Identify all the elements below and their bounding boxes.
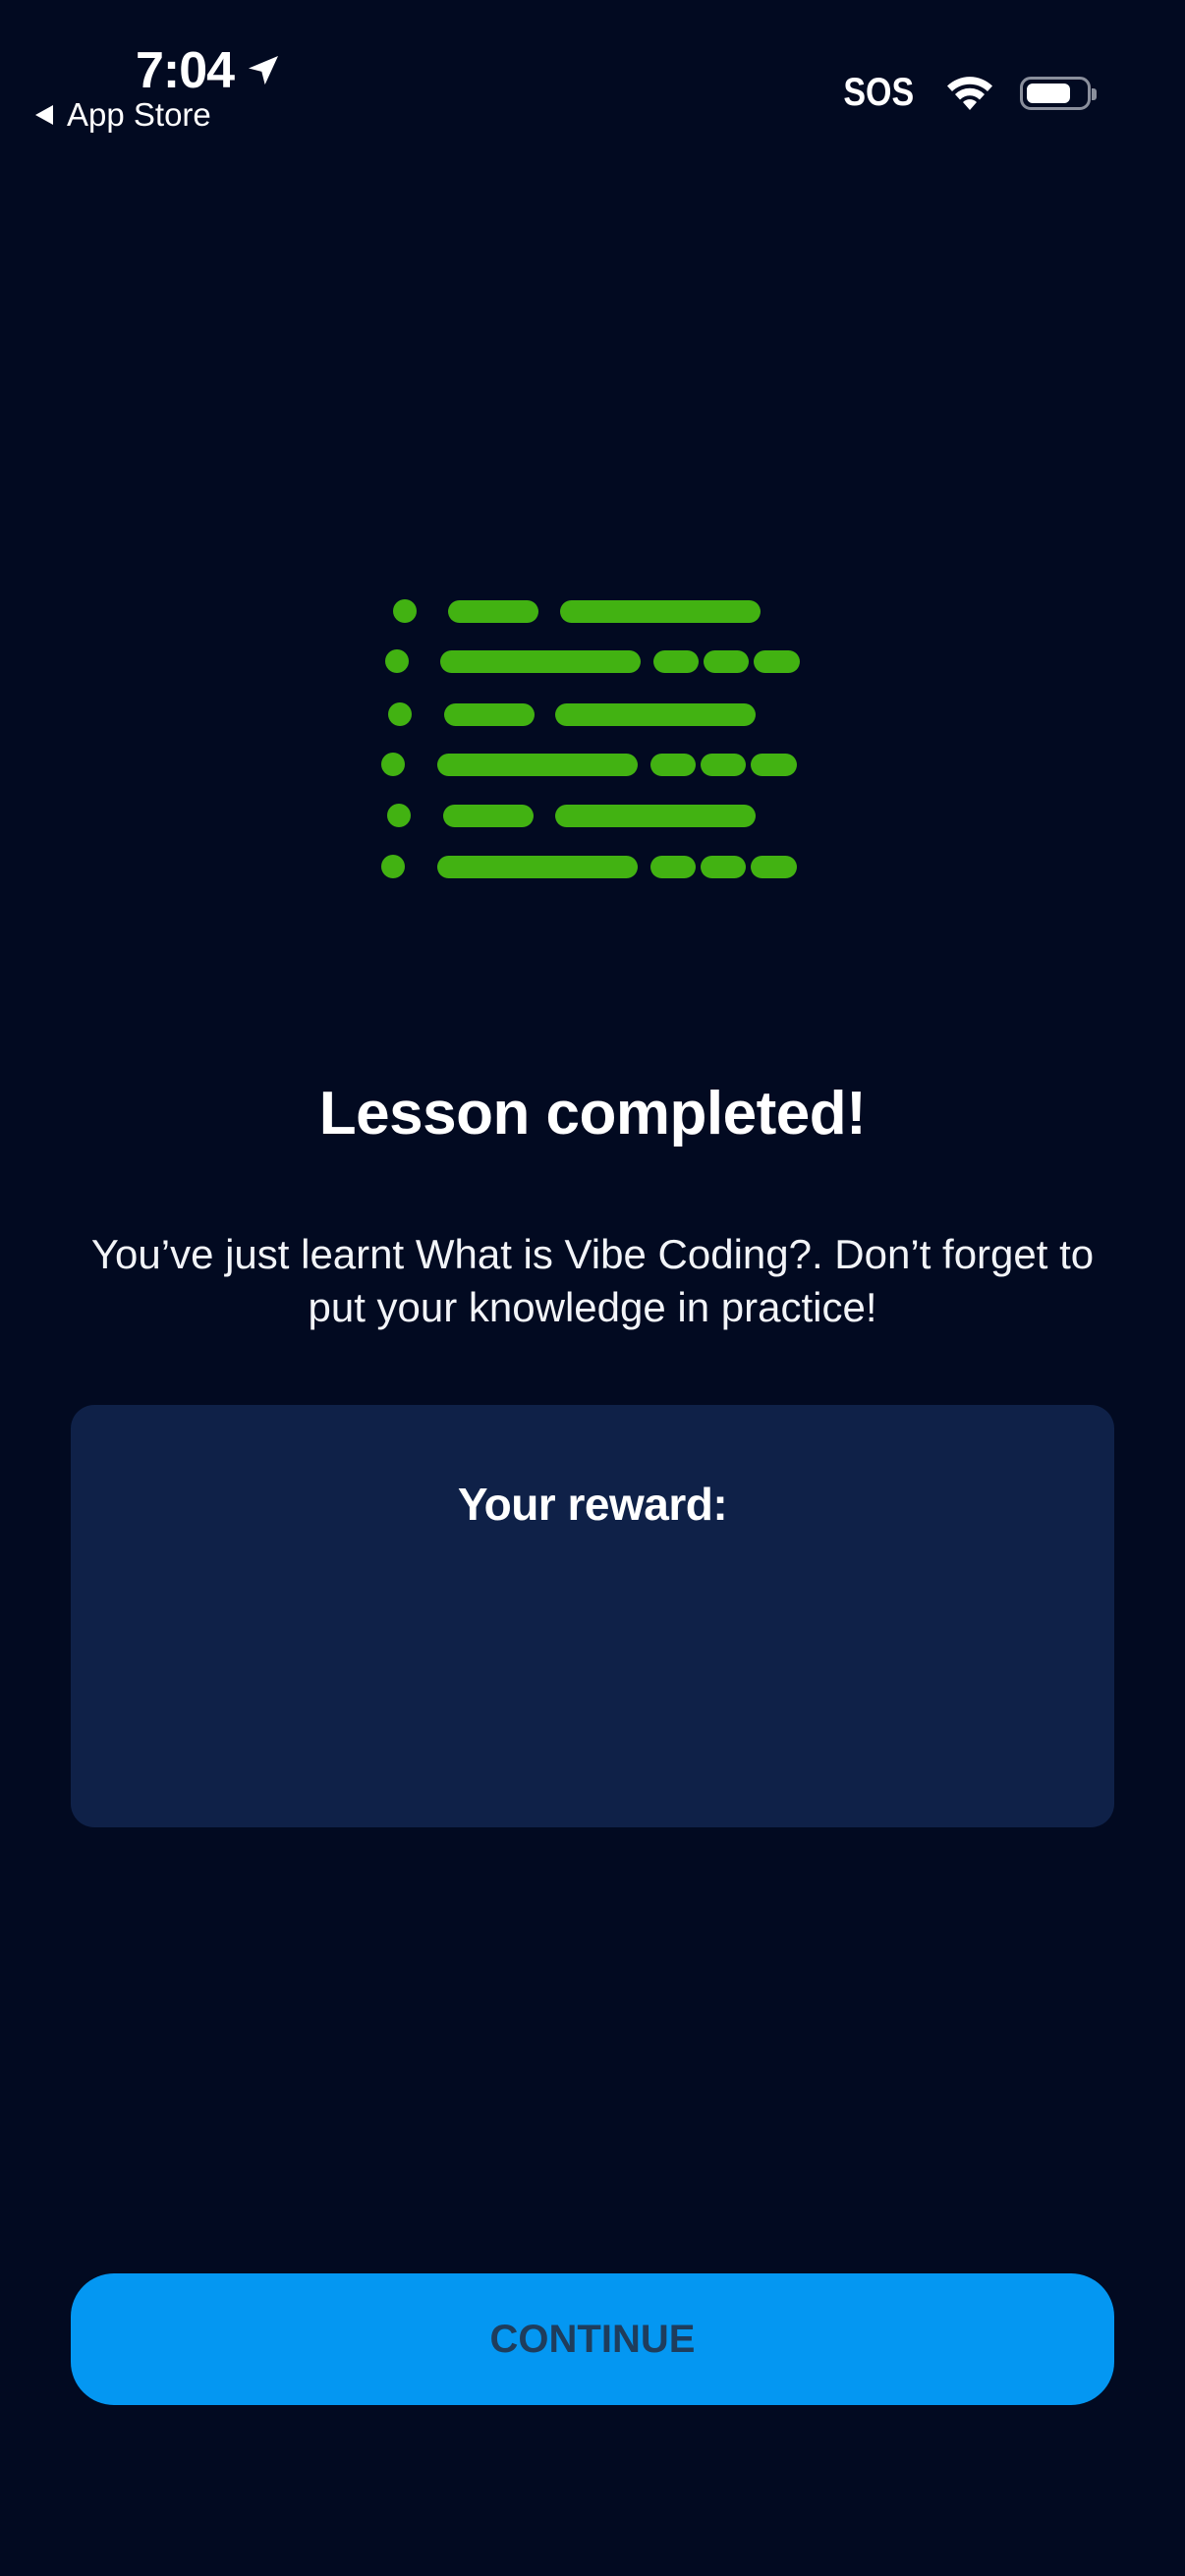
back-triangle-icon xyxy=(35,105,53,125)
back-to-app-store[interactable]: App Store xyxy=(35,96,211,134)
code-lines-icon xyxy=(381,599,800,878)
status-time-label: 7:04 xyxy=(136,42,235,99)
lesson-completed-message: You’ve just learnt What is Vibe Coding?.… xyxy=(90,1231,1095,1330)
location-arrow-icon xyxy=(249,56,279,85)
continue-button[interactable]: CONTINUE xyxy=(71,2273,1114,2405)
status-time: 7:04 xyxy=(136,41,283,100)
battery-icon xyxy=(1020,76,1097,110)
back-label: App Store xyxy=(67,96,211,133)
status-indicators: SOS xyxy=(837,71,1097,115)
sos-label: SOS xyxy=(842,71,914,114)
lesson-completed-title: Lesson completed! xyxy=(318,1080,867,1148)
reward-label: Your reward: xyxy=(457,1479,728,1530)
reward-card: Your reward: xyxy=(71,1405,1114,1827)
wifi-icon xyxy=(947,76,992,110)
